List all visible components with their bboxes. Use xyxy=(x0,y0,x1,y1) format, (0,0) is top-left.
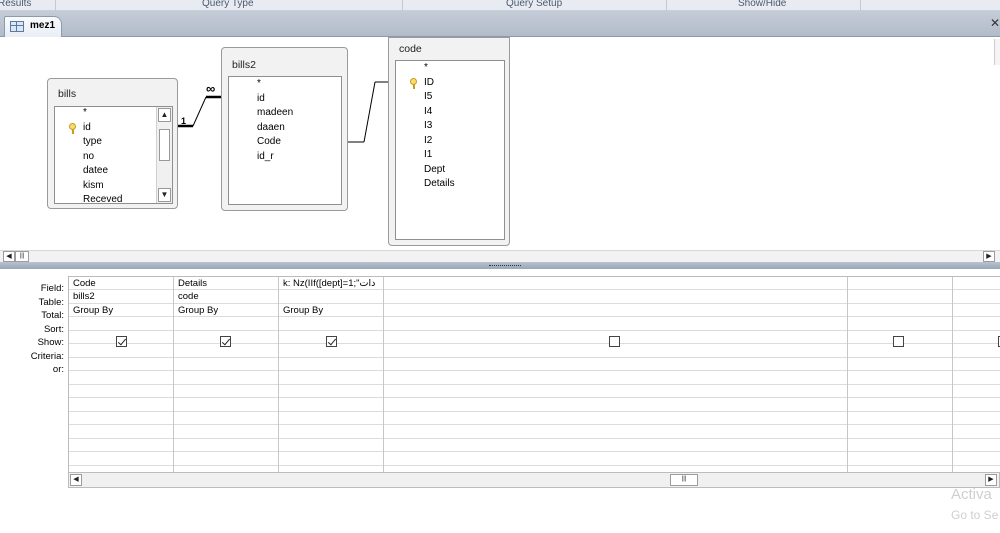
relationship-many-label: ∞ xyxy=(206,81,216,96)
field-bills-no[interactable]: no xyxy=(55,150,172,165)
row-label-sort: Sort: xyxy=(43,323,64,335)
grid-column-5[interactable] xyxy=(848,277,953,472)
table-bills-scrollbar[interactable]: ▲ ▼ xyxy=(156,107,172,203)
row-label-show: Show: xyxy=(37,337,64,348)
query-design-pane: 1 ∞ bills * id type no datee kism Receve… xyxy=(0,37,1000,262)
scroll-thumb[interactable]: ||| xyxy=(15,251,29,262)
ribbon-group-query-setup: Query Setup xyxy=(506,0,563,9)
grid-column-4[interactable] xyxy=(384,277,848,472)
activation-watermark-subtitle: Go to Se xyxy=(951,508,999,522)
field-bills2-id[interactable]: id xyxy=(229,92,341,107)
field-bills-id[interactable]: id xyxy=(55,121,172,136)
cell-table[interactable]: bills2 xyxy=(69,290,173,303)
table-bills-field-list: * id type no datee kism Receved ▲ ▼ xyxy=(54,106,173,204)
field-code-i2[interactable]: I2 xyxy=(396,134,504,149)
row-label-or: or: xyxy=(52,364,64,375)
show-checkbox[interactable] xyxy=(609,336,620,347)
close-document-icon[interactable]: ✕ xyxy=(990,16,1000,30)
field-bills2-star[interactable]: * xyxy=(229,77,341,92)
field-code-id[interactable]: ID xyxy=(396,76,504,91)
pane-splitter[interactable] xyxy=(0,262,1000,269)
row-label-field: Field: xyxy=(40,283,64,294)
activation-watermark-title: Activa xyxy=(951,486,992,503)
scroll-thumb[interactable]: ||| xyxy=(670,474,698,486)
field-code-i3[interactable]: I3 xyxy=(396,119,504,134)
table-bills2-title: bills2 xyxy=(232,59,256,71)
cell-field[interactable]: Details xyxy=(174,277,278,290)
field-code-star[interactable]: * xyxy=(396,61,504,76)
cell-total[interactable]: Group By xyxy=(174,304,278,317)
table-bills[interactable]: bills * id type no datee kism Receved ▲ … xyxy=(47,78,178,209)
cell-table[interactable]: code xyxy=(174,290,278,303)
query-design-grid: Code bills2 Group By Details code Group … xyxy=(68,276,1000,472)
table-code-title: code xyxy=(399,43,422,55)
ribbon-group-query-type: Query Type xyxy=(202,0,254,9)
upper-pane-vscroll[interactable] xyxy=(994,39,1000,65)
table-code-field-list: * ID I5 I4 I3 I2 I1 Dept Details xyxy=(395,60,505,240)
scroll-down-icon[interactable]: ▼ xyxy=(158,188,171,202)
grid-column-6[interactable] xyxy=(953,277,1000,472)
field-bills-type[interactable]: type xyxy=(55,135,172,150)
cell-total[interactable]: Group By xyxy=(279,304,383,317)
scroll-left-icon[interactable]: ◀ xyxy=(70,474,82,486)
row-label-total: Total: xyxy=(41,310,64,321)
cell-total[interactable]: Group By xyxy=(69,304,173,317)
grid-hscrollbar[interactable]: ◀ ||| ▶ xyxy=(68,472,1000,488)
primary-key-icon xyxy=(410,77,417,89)
scroll-left-icon[interactable]: ◀ xyxy=(3,251,15,262)
relationship-bills2-code[interactable] xyxy=(347,81,388,143)
design-pane-hscrollbar[interactable]: ◀ ||| ▶ xyxy=(0,250,1000,262)
field-code-dept[interactable]: Dept xyxy=(396,163,504,178)
cell-field[interactable]: Code xyxy=(69,277,173,290)
field-bills-datee[interactable]: datee xyxy=(55,164,172,179)
field-bills-kism[interactable]: kism xyxy=(55,179,172,194)
row-label-table: Table: xyxy=(38,296,64,308)
primary-key-icon xyxy=(69,122,76,134)
field-code-details[interactable]: Details xyxy=(396,177,504,192)
grid-column-1[interactable]: Code bills2 Group By xyxy=(69,277,174,472)
ribbon-group-results: Results xyxy=(0,0,32,9)
relationship-one-label: 1 xyxy=(181,116,187,126)
field-bills2-madeen[interactable]: madeen xyxy=(229,106,341,121)
query-icon xyxy=(10,21,24,32)
scroll-right-icon[interactable]: ▶ xyxy=(985,474,997,486)
document-tab-mez1[interactable]: mez1 xyxy=(4,16,62,37)
show-checkbox[interactable] xyxy=(220,336,231,347)
cell-field[interactable]: k: Nz(IIf([dept]=1;"دات xyxy=(279,277,383,290)
show-checkbox[interactable] xyxy=(326,336,337,347)
field-bills-star[interactable]: * xyxy=(55,107,172,121)
field-bills2-id-r[interactable]: id_r xyxy=(229,150,341,165)
scroll-thumb[interactable] xyxy=(159,129,170,161)
grid-column-3[interactable]: k: Nz(IIf([dept]=1;"دات Group By xyxy=(279,277,384,472)
table-bills2[interactable]: bills2 * id madeen daaen Code id_r xyxy=(221,47,348,211)
scroll-right-icon[interactable]: ▶ xyxy=(983,251,995,262)
show-checkbox[interactable] xyxy=(893,336,904,347)
row-label-criteria: Criteria: xyxy=(30,350,64,362)
field-code-i4[interactable]: I4 xyxy=(396,105,504,120)
field-bills-receved[interactable]: Receved xyxy=(55,193,172,203)
table-code[interactable]: code * ID I5 I4 I3 I2 I1 Dept Details xyxy=(388,37,510,246)
field-code-i5[interactable]: I5 xyxy=(396,90,504,105)
ribbon-group-labels: Results Query Type Query Setup Show/Hide xyxy=(0,0,1000,11)
splitter-grip[interactable] xyxy=(489,265,521,266)
grid-column-2[interactable]: Details code Group By xyxy=(174,277,279,472)
show-checkbox[interactable] xyxy=(116,336,127,347)
ribbon-group-show-hide: Show/Hide xyxy=(738,0,787,9)
field-bills2-daaen[interactable]: daaen xyxy=(229,121,341,136)
field-code-i1[interactable]: I1 xyxy=(396,148,504,163)
scroll-up-icon[interactable]: ▲ xyxy=(158,108,171,122)
table-bills-title: bills xyxy=(58,88,77,100)
document-tab-strip xyxy=(0,11,1000,37)
table-bills2-field-list: * id madeen daaen Code id_r xyxy=(228,76,342,205)
field-bills2-code[interactable]: Code xyxy=(229,135,341,150)
document-tab-label: mez1 xyxy=(30,20,56,31)
